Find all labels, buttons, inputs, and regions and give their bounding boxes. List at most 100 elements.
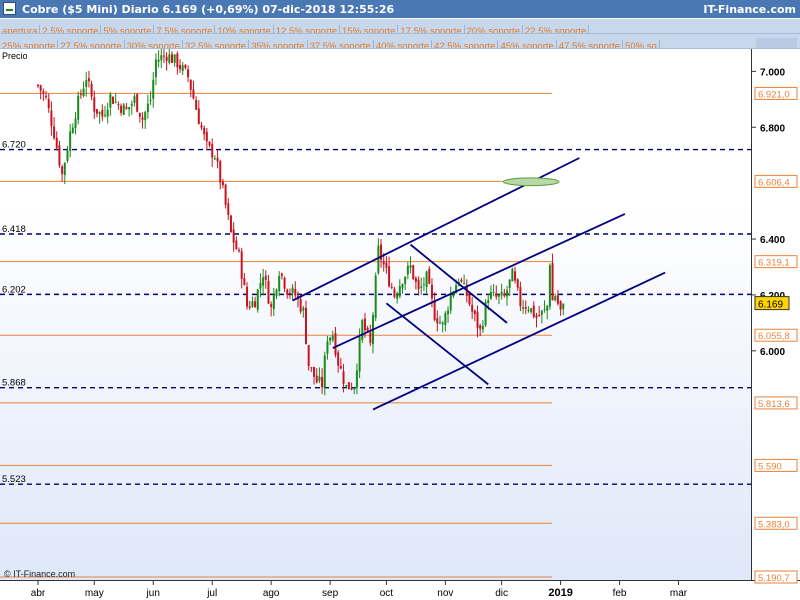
- candle-body: [439, 322, 441, 324]
- candle-body: [382, 260, 385, 265]
- candle-body: [463, 282, 466, 284]
- candle-body: [546, 305, 549, 311]
- candle-body: [104, 114, 106, 116]
- candle-body: [130, 103, 133, 106]
- candle-body: [262, 277, 265, 286]
- candle-body: [251, 301, 254, 307]
- candle-body: [278, 275, 281, 291]
- candle-body: [374, 275, 377, 318]
- candle-body: [409, 265, 412, 268]
- candle-body: [506, 290, 508, 297]
- support-price-label: 5.383,0: [758, 519, 790, 530]
- candle-body: [189, 79, 192, 90]
- candle-body: [187, 69, 190, 78]
- candle-body: [112, 96, 115, 104]
- candle-body: [55, 137, 58, 148]
- candle-body: [256, 289, 259, 310]
- candle-body: [433, 300, 436, 321]
- candle-body: [71, 127, 74, 133]
- candle-body: [208, 141, 211, 146]
- candle-body: [125, 106, 128, 109]
- candle-body: [213, 158, 216, 160]
- current-price-label: 6.169: [758, 300, 783, 311]
- candle-body: [259, 282, 262, 289]
- candle-body: [543, 309, 546, 311]
- candle-body: [45, 95, 48, 98]
- candle-body: [396, 294, 399, 299]
- candle-body: [492, 291, 495, 293]
- chart-canvas: 6.720 6.418 6.202 5.868 5.523 7.000 6.800 6.400…: [0, 49, 798, 599]
- candle-body: [254, 301, 257, 308]
- candle-body: [334, 333, 337, 355]
- candle-body: [165, 56, 168, 61]
- candle-body: [95, 109, 98, 114]
- candle-body: [42, 91, 45, 94]
- x-tick-label: 2019: [548, 587, 572, 599]
- candle-body: [283, 277, 286, 289]
- candle-body: [270, 304, 273, 308]
- candle-body: [267, 280, 270, 304]
- candle-body: [85, 80, 88, 88]
- candle-body: [211, 144, 214, 158]
- support-price-label: 5.813,6: [758, 399, 790, 410]
- candle-body: [109, 94, 112, 108]
- candle-body: [238, 249, 240, 251]
- support-price-label: 6.055,8: [758, 331, 790, 342]
- plot-layer: [0, 49, 751, 578]
- candle-body: [117, 104, 120, 106]
- support-price-label: 5.590: [758, 461, 782, 472]
- candle-body: [122, 104, 125, 115]
- candle-body: [350, 388, 353, 390]
- y-tick-label: 6.400: [760, 235, 785, 246]
- candle-body: [441, 322, 444, 325]
- candle-body: [246, 286, 249, 307]
- candle-body: [514, 271, 517, 281]
- candle-body: [310, 367, 313, 369]
- candle-body: [519, 287, 522, 307]
- candle-body: [532, 305, 535, 317]
- x-tick-label: dic: [495, 588, 508, 599]
- candle-body: [524, 307, 527, 309]
- candle-body: [449, 294, 452, 311]
- candle-body: [248, 306, 251, 308]
- candle-body: [554, 296, 557, 301]
- x-tick-label: jul: [206, 588, 217, 599]
- y-tick-label: 6.800: [760, 123, 785, 134]
- candle-body: [527, 309, 530, 311]
- candle-body: [473, 310, 476, 315]
- candle-body: [192, 89, 195, 99]
- candle-body: [476, 311, 479, 328]
- candle-body: [530, 308, 533, 312]
- candle-body: [195, 100, 198, 110]
- candle-body: [401, 284, 404, 288]
- candle-body: [58, 145, 61, 166]
- candle-body: [562, 303, 565, 310]
- candle-body: [363, 318, 366, 331]
- candle-body: [329, 337, 332, 341]
- candle-body: [540, 310, 543, 315]
- candle-body: [181, 65, 184, 71]
- candle-body: [315, 375, 318, 383]
- candle-body: [503, 293, 506, 297]
- candle-body: [229, 215, 232, 232]
- candle-body: [61, 166, 64, 175]
- ellipse-annotation: [502, 177, 560, 187]
- candle-body: [347, 382, 350, 390]
- candle-body: [495, 293, 498, 297]
- candle-body: [221, 181, 224, 186]
- candle-body: [243, 278, 246, 285]
- candle-body: [337, 352, 340, 366]
- candle-body: [511, 268, 514, 282]
- x-tick-label: oct: [380, 588, 394, 599]
- x-tick-label: may: [85, 588, 104, 599]
- candle-body: [447, 310, 450, 315]
- candle-body: [516, 279, 519, 288]
- candle-body: [227, 203, 230, 215]
- candle-body: [342, 371, 345, 384]
- candle-body: [154, 59, 157, 78]
- x-tick-label: abr: [31, 588, 46, 599]
- candle-body: [417, 279, 420, 290]
- candle-body: [535, 315, 538, 318]
- candle-body: [275, 289, 278, 296]
- candle-body: [157, 59, 160, 62]
